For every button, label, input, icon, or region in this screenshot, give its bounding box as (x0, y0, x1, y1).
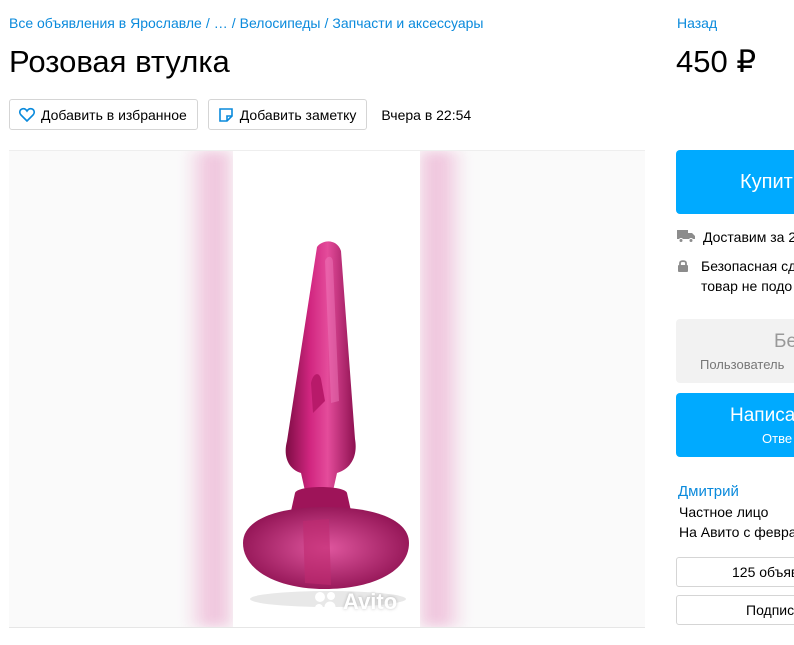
add-to-favorites-label: Добавить в избранное (41, 106, 187, 123)
disabled-action-box: Бе Пользователь (676, 319, 794, 383)
buy-button-label: Купит (740, 170, 793, 193)
breadcrumb-link-all-ads[interactable]: Все объявления в Ярославле (9, 15, 202, 31)
gallery-blur-right (419, 151, 467, 627)
gallery-blur-left (184, 151, 232, 627)
write-message-button[interactable]: Написа Отве (676, 393, 794, 457)
subscribe-label: Подпис (746, 602, 794, 618)
seller-type: Частное лицо (679, 504, 769, 520)
safe-deal-line-2: товар не подо (701, 278, 793, 294)
safe-deal-info: Безопасная сд товар не подо (677, 256, 794, 296)
avito-watermark-text: Avito (343, 589, 398, 614)
write-message-sub: Отве (762, 431, 793, 446)
seller-ads-button[interactable]: 125 объяв (676, 557, 794, 587)
breadcrumb-separator: / (324, 15, 329, 31)
disabled-action-note: Пользователь (700, 357, 785, 372)
listing-date: Вчера в 22:54 (381, 106, 472, 123)
listing-actions: Добавить в избранное Добавить заметку Вч… (9, 99, 471, 130)
add-note-button[interactable]: Добавить заметку (207, 99, 368, 130)
product-photo[interactable] (233, 151, 420, 627)
breadcrumb-link-parts[interactable]: Запчасти и аксессуары (332, 15, 483, 31)
buy-button[interactable]: Купит (676, 150, 794, 214)
safe-deal-text: Безопасная сд товар не подо (701, 256, 794, 296)
avito-watermark: Avito (313, 589, 397, 615)
safe-deal-line-1: Безопасная сд (701, 258, 794, 274)
breadcrumb-separator: / (205, 15, 210, 31)
breadcrumb-link-bicycles[interactable]: Велосипеды (240, 15, 321, 31)
breadcrumb-separator: / (231, 15, 236, 31)
breadcrumb-link-ellipsis[interactable]: … (214, 15, 228, 31)
seller-name-link[interactable]: Дмитрий (678, 483, 739, 500)
add-note-label: Добавить заметку (239, 106, 357, 123)
avito-logo-icon (315, 592, 336, 613)
delivery-text: Доставим за 2 (703, 229, 794, 245)
note-icon (218, 107, 233, 122)
product-image (243, 241, 409, 607)
lock-icon (677, 259, 689, 272)
disabled-action-label: Бе (774, 331, 794, 352)
add-to-favorites-button[interactable]: Добавить в избранное (9, 99, 198, 130)
heart-icon (19, 107, 35, 122)
photo-gallery[interactable]: Avito (9, 150, 645, 628)
delivery-info: Доставим за 2 (677, 227, 794, 247)
truck-icon (677, 229, 695, 243)
subscribe-button[interactable]: Подпис (676, 595, 794, 625)
page-title: Розовая втулка (9, 44, 230, 79)
seller-since: На Авито с февра (679, 524, 794, 540)
seller-ads-label: 125 объяв (732, 564, 794, 580)
write-message-label: Написа (730, 405, 794, 426)
breadcrumb: Все объявления в Ярославле /… / Велосипеды /… (9, 15, 483, 31)
price: 450 ₽ (676, 44, 757, 79)
back-link[interactable]: Назад (677, 15, 717, 31)
